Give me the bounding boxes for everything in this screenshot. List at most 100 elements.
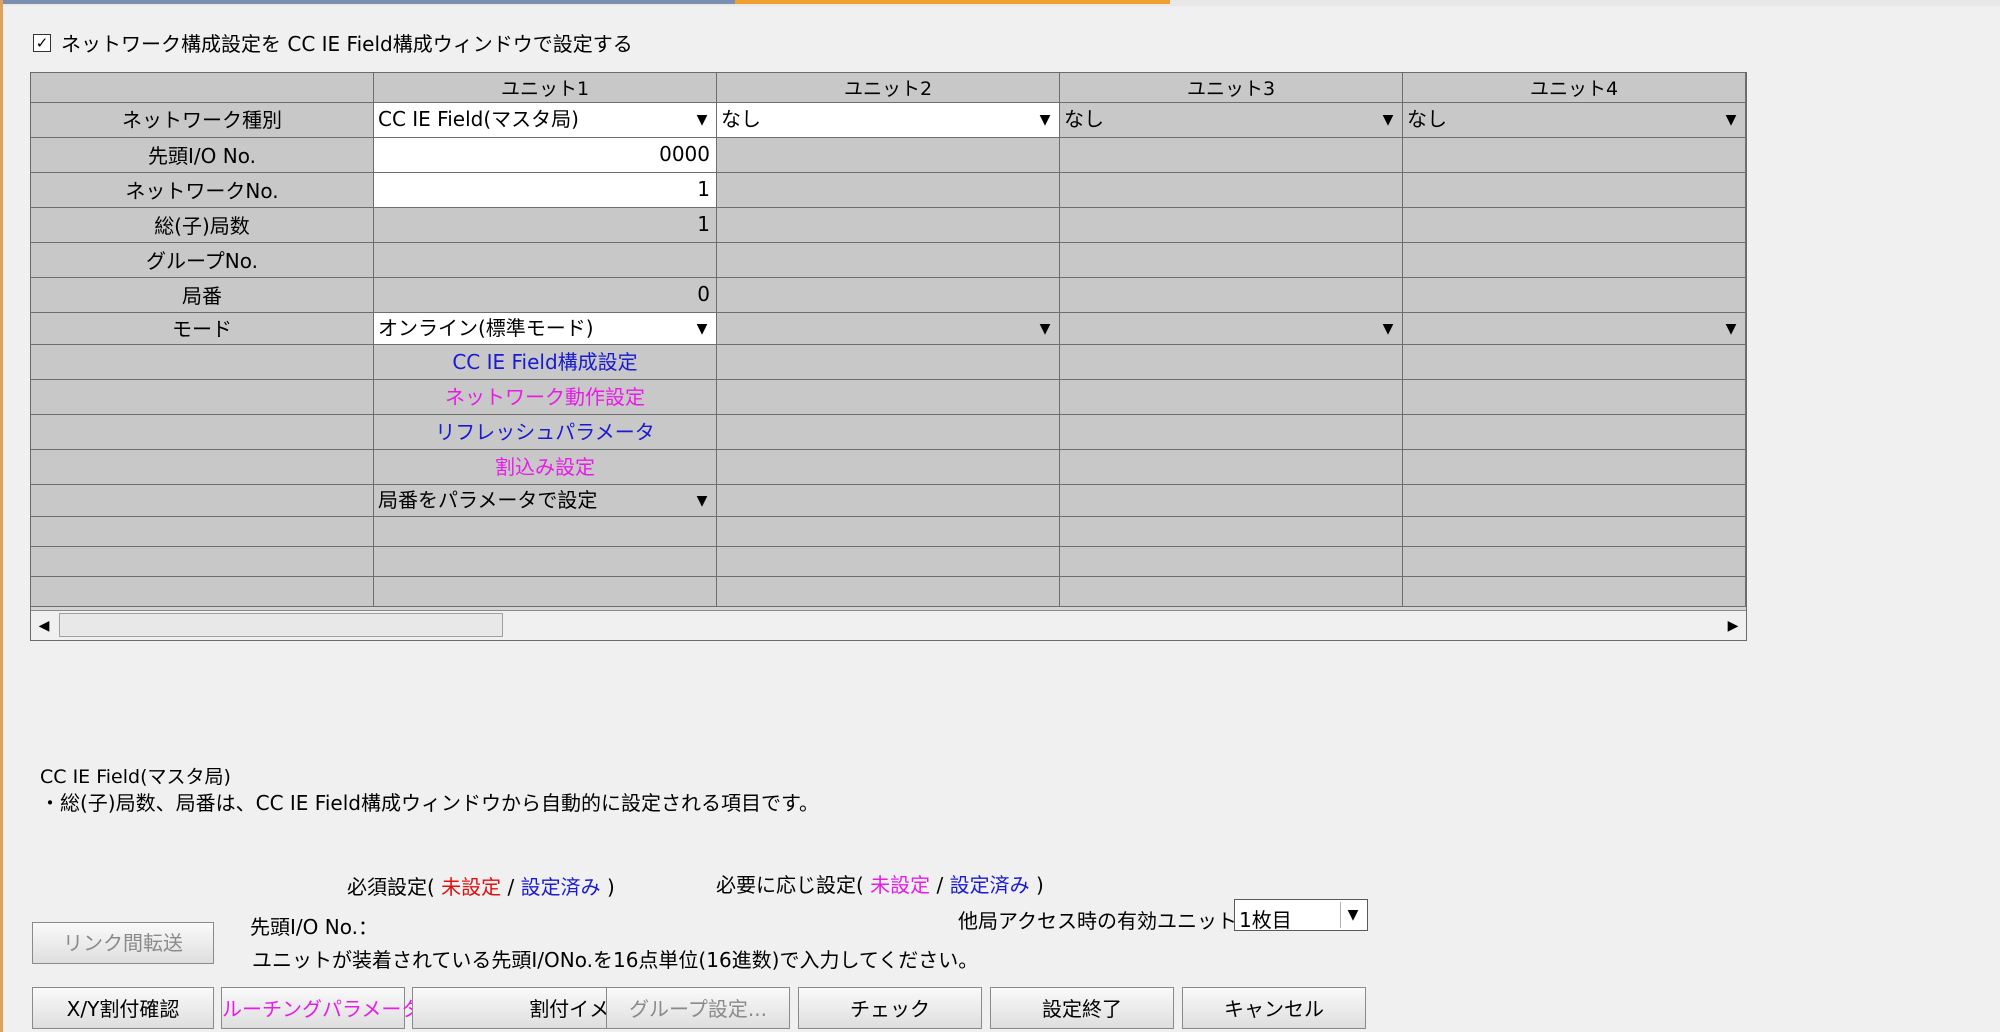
unit4-mode-select[interactable]: ▼ xyxy=(1403,313,1746,345)
empty-cell xyxy=(1060,517,1403,547)
unit4-config-cell xyxy=(1403,345,1746,380)
unit1-network-type-value: CC IE Field(マスタ局) xyxy=(378,107,579,131)
network-config-checkbox-label: ネットワーク構成設定を CC IE Field構成ウィンドウで設定する xyxy=(61,32,633,56)
empty-cell xyxy=(1403,547,1746,577)
routing-parameters-button[interactable]: ルーチングパラメータ xyxy=(221,987,421,1029)
access-unit-select[interactable]: 1枚目 ▼ xyxy=(1234,899,1368,932)
unit2-config-cell xyxy=(717,345,1060,380)
cancel-button[interactable]: キャンセル xyxy=(1182,987,1366,1029)
empty-cell xyxy=(31,547,374,577)
interrupt-settings-button[interactable]: 割込み設定 xyxy=(374,450,717,485)
chevron-down-icon[interactable]: ▼ xyxy=(1378,103,1398,137)
column-header-unit1: ユニット1 xyxy=(374,73,717,103)
unit4-total-stations-cell xyxy=(1403,208,1746,243)
unit2-total-stations-cell xyxy=(717,208,1060,243)
unit3-mode-select[interactable]: ▼ xyxy=(1060,313,1403,345)
selected-type-note: CC IE Field(マスタ局) xyxy=(40,766,231,788)
empty-cell xyxy=(1060,577,1403,607)
unit3-netop-cell xyxy=(1060,380,1403,415)
unit1-group-no-cell xyxy=(374,243,717,278)
unit3-station-no-cell xyxy=(1060,278,1403,313)
grid-horizontal-scrollbar[interactable]: ◀ ▶ xyxy=(31,610,1746,640)
unit1-network-type-select[interactable]: CC IE Field(マスタ局) ▼ xyxy=(374,103,717,138)
optional-setting-legend: 必要に応じ設定( 未設定 / 設定済み ) xyxy=(716,869,1044,898)
unit4-network-type-value: なし xyxy=(1407,107,1447,131)
column-header-unit2: ユニット2 xyxy=(717,73,1060,103)
legend-close: ) xyxy=(607,875,615,899)
column-header-unit3: ユニット3 xyxy=(1060,73,1403,103)
row-label-station-no: 局番 xyxy=(31,278,374,313)
scroll-right-arrow-icon[interactable]: ▶ xyxy=(1720,611,1746,640)
unit3-network-type-select[interactable]: なし ▼ xyxy=(1060,103,1403,138)
chevron-down-icon[interactable]: ▼ xyxy=(1721,313,1741,344)
scrollbar-thumb[interactable] xyxy=(59,613,503,637)
chevron-down-icon[interactable]: ▼ xyxy=(692,313,712,344)
unit2-network-no-cell xyxy=(717,173,1060,208)
unit2-netop-cell xyxy=(717,380,1060,415)
required-set-label: 設定済み xyxy=(520,875,601,899)
grid-corner xyxy=(31,73,374,103)
chevron-down-icon[interactable]: ▼ xyxy=(692,103,712,137)
chevron-down-icon[interactable]: ▼ xyxy=(1035,313,1055,344)
finish-settings-button[interactable]: 設定終了 xyxy=(990,987,1174,1029)
unit1-network-no-input[interactable]: 1 xyxy=(374,173,717,208)
scroll-left-arrow-icon[interactable]: ◀ xyxy=(31,611,57,640)
unit1-mode-select[interactable]: オンライン(標準モード) ▼ xyxy=(374,313,717,345)
empty-cell xyxy=(717,547,1060,577)
row-label-start-io: 先頭I/O No. xyxy=(31,138,374,173)
unit2-mode-select[interactable]: ▼ xyxy=(717,313,1060,345)
chevron-down-icon[interactable]: ▼ xyxy=(1340,902,1365,928)
empty-cell xyxy=(1403,577,1746,607)
row-label-blank-5 xyxy=(31,485,374,517)
unit2-network-type-value: なし xyxy=(721,107,761,131)
empty-cell xyxy=(374,577,717,607)
optional-legend-prefix: 必要に応じ設定( xyxy=(716,873,864,897)
io-help-label: 先頭I/O No.： xyxy=(250,915,378,939)
access-unit-value: 1枚目 xyxy=(1239,908,1292,932)
required-legend-prefix: 必須設定( xyxy=(347,875,435,899)
empty-cell xyxy=(31,517,374,547)
refresh-parameters-button[interactable]: リフレッシュパラメータ xyxy=(374,415,717,450)
empty-cell xyxy=(374,517,717,547)
unit4-group-no-cell xyxy=(1403,243,1746,278)
required-unset-label: 未設定 xyxy=(441,875,502,899)
group-setting-button[interactable]: グループ設定... xyxy=(606,987,790,1029)
row-label-total-stations: 総(子)局数 xyxy=(31,208,374,243)
row-label-network-type: ネットワーク種別 xyxy=(31,103,374,138)
unit3-station-setting-cell xyxy=(1060,485,1403,517)
column-header-unit4: ユニット4 xyxy=(1403,73,1746,103)
unit3-group-no-cell xyxy=(1060,243,1403,278)
unit4-station-setting-cell xyxy=(1403,485,1746,517)
optional-set-label: 設定済み xyxy=(949,873,1030,897)
unit3-config-cell xyxy=(1060,345,1403,380)
cc-ie-field-config-button[interactable]: CC IE Field構成設定 xyxy=(374,345,717,380)
empty-cell xyxy=(717,577,1060,607)
legend-slash: / xyxy=(936,873,944,897)
unit2-network-type-select[interactable]: なし ▼ xyxy=(717,103,1060,138)
row-label-blank-4 xyxy=(31,450,374,485)
xy-assignment-check-button[interactable]: X/Y割付確認 xyxy=(32,987,214,1029)
window-top-strip xyxy=(0,0,2000,6)
chevron-down-icon[interactable]: ▼ xyxy=(1378,313,1398,344)
network-config-checkbox[interactable]: ✓ xyxy=(33,33,51,52)
network-config-checkbox-row[interactable]: ✓ ネットワーク構成設定を CC IE Field構成ウィンドウで設定する xyxy=(33,28,633,57)
unit3-total-stations-cell xyxy=(1060,208,1403,243)
unit2-start-io-cell xyxy=(717,138,1060,173)
check-button[interactable]: チェック xyxy=(798,987,982,1029)
network-operation-settings-button[interactable]: ネットワーク動作設定 xyxy=(374,380,717,415)
row-label-group-no: グループNo. xyxy=(31,243,374,278)
legend-slash: / xyxy=(507,875,515,899)
empty-cell xyxy=(1403,517,1746,547)
unit2-interrupt-cell xyxy=(717,450,1060,485)
unit4-interrupt-cell xyxy=(1403,450,1746,485)
station-setting-select[interactable]: 局番をパラメータで設定 ▼ xyxy=(374,485,717,517)
unit3-network-type-value: なし xyxy=(1064,107,1104,131)
chevron-down-icon[interactable]: ▼ xyxy=(1721,103,1741,137)
link-transfer-button[interactable]: リンク間転送 xyxy=(32,922,214,964)
unit3-start-io-cell xyxy=(1060,138,1403,173)
unit4-network-type-select[interactable]: なし ▼ xyxy=(1403,103,1746,138)
chevron-down-icon[interactable]: ▼ xyxy=(1035,103,1055,137)
unit1-total-stations-value: 1 xyxy=(374,208,717,243)
unit1-start-io-input[interactable]: 0000 xyxy=(374,138,717,173)
chevron-down-icon[interactable]: ▼ xyxy=(692,485,712,516)
